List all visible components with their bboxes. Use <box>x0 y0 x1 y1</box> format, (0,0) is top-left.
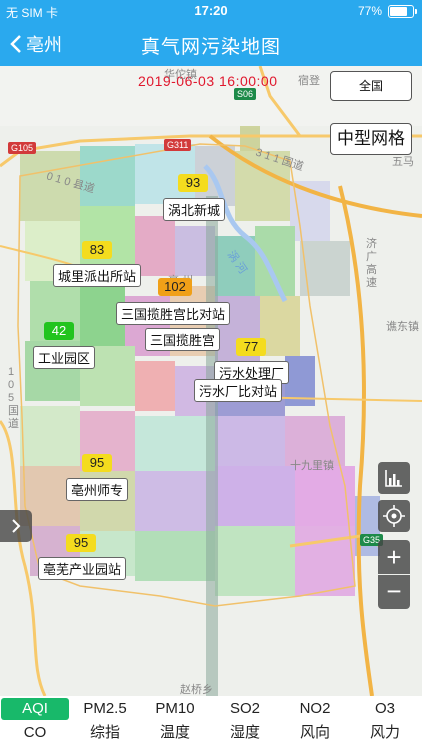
tab-label-pm10: PM10 <box>155 700 195 717</box>
aqi-badge-sanguo-compare[interactable]: 102 <box>158 278 192 296</box>
chevron-right-icon <box>12 519 21 533</box>
tab-label-wind-force[interactable]: 风力 <box>350 720 420 746</box>
aqi-badge-sewage-plant[interactable]: 77 <box>236 338 266 356</box>
navigation-bar: 亳州 真气网污染地图 <box>0 22 422 66</box>
tab-label-so2: SO2 <box>229 700 260 717</box>
place-shijiuli: 十九里镇 <box>290 460 334 472</box>
tab-pm10[interactable]: PM10 温度 <box>140 696 210 746</box>
tab-label-wind-direction[interactable]: 风向 <box>280 720 350 746</box>
locate-button[interactable] <box>378 500 410 532</box>
tab-label-humidity[interactable]: 湿度 <box>210 720 280 746</box>
station-label-shizhuan[interactable]: 亳州师专 <box>66 478 129 501</box>
station-label-chengli[interactable]: 城里派出所站 <box>53 264 142 287</box>
tab-o3[interactable]: O3 风力 <box>350 696 420 746</box>
place-road-105: 1 0 5 国 道 <box>8 366 19 430</box>
pollutant-tab-bar: AQI CO PM2.5 综指 PM10 温度 SO2 湿度 NO2 风向 O3… <box>0 696 422 750</box>
tab-label-aqi: AQI <box>1 698 69 720</box>
road-shield-s06: S06 <box>234 88 257 100</box>
grid-size-button[interactable]: 中型网格 <box>330 123 412 155</box>
aqi-badge-bowu-park[interactable]: 95 <box>66 534 96 552</box>
side-panel-toggle[interactable] <box>0 510 32 542</box>
aqi-badge-chengli[interactable]: 83 <box>82 241 112 259</box>
tab-label-temperature[interactable]: 温度 <box>140 720 210 746</box>
page-title: 真气网污染地图 <box>140 37 281 58</box>
zoom-out-button[interactable]: − <box>378 575 410 609</box>
station-label-bowu-park[interactable]: 亳芜产业园站 <box>38 557 127 580</box>
station-label-sanguo-compare[interactable]: 三国揽胜宫比对站 <box>116 302 231 325</box>
station-label-sanguo[interactable]: 三国揽胜宫 <box>145 328 221 351</box>
place-zhaoqiao: 赵桥乡 <box>180 684 213 696</box>
status-bar: 无 SIM 卡 17:20 77% <box>0 0 422 22</box>
road-shield-g311: G311 <box>164 139 192 151</box>
tab-label-o3: O3 <box>374 700 395 717</box>
tab-so2[interactable]: SO2 湿度 <box>210 696 280 746</box>
station-label-sewage-compare[interactable]: 污水厂比对站 <box>194 379 283 402</box>
tab-label-no2: NO2 <box>299 700 331 717</box>
tab-pm25[interactable]: PM2.5 综指 <box>70 696 140 746</box>
bar-chart-icon <box>385 470 402 487</box>
station-label-guobei[interactable]: 涡北新城 <box>163 198 226 221</box>
data-timestamp: 2019-06-03 16:00:00 <box>138 73 278 89</box>
tab-label-composite[interactable]: 综指 <box>70 720 140 746</box>
station-label-industrial[interactable]: 工业园区 <box>33 346 96 369</box>
tab-no2[interactable]: NO2 风向 <box>280 696 350 746</box>
tab-aqi[interactable]: AQI CO <box>0 696 70 746</box>
place-wuma: 五马 <box>392 156 414 168</box>
zoom-in-button[interactable]: + <box>378 540 410 574</box>
locate-icon <box>383 505 405 527</box>
battery-percent: 77% <box>357 4 382 18</box>
battery-icon <box>388 5 417 18</box>
nationwide-button[interactable]: 全国 <box>330 71 412 101</box>
chart-button[interactable] <box>378 462 410 494</box>
tab-label-co[interactable]: CO <box>0 720 70 746</box>
aqi-badge-industrial[interactable]: 42 <box>44 322 74 340</box>
place-qiaodong: 谯东镇 <box>386 321 419 333</box>
aqi-badge-shizhuan[interactable]: 95 <box>82 454 112 472</box>
place-jiguang-expressway: 济 广 高 速 <box>366 238 377 289</box>
aqi-badge-guobei[interactable]: 93 <box>178 174 208 192</box>
place-huatuo: 华佗镇 <box>164 69 197 81</box>
road-shield-g105: G105 <box>8 142 37 154</box>
place-sudeng: 宿登 <box>298 75 320 87</box>
tab-label-pm25: PM2.5 <box>83 700 127 717</box>
pollution-map[interactable]: 2019-06-03 16:00:00 全国 中型网格 华佗镇 宿登 3 1 1… <box>0 66 422 696</box>
